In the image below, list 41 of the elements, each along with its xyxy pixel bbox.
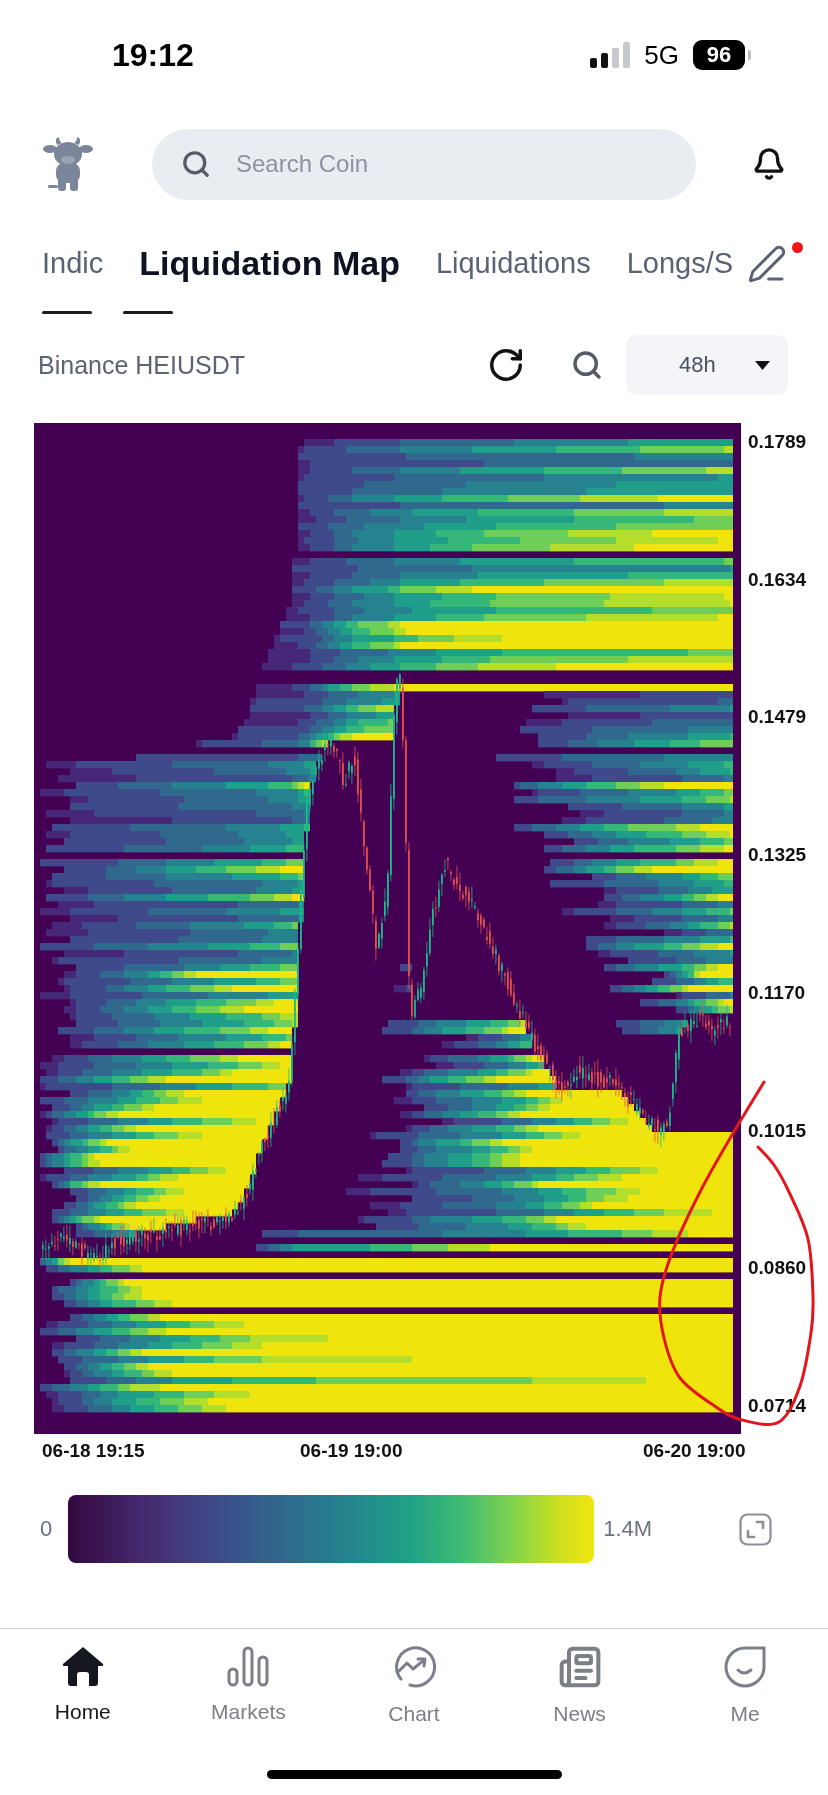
- range-dropdown[interactable]: 48h: [626, 335, 788, 395]
- battery-indicator: 96: [693, 40, 751, 70]
- price-axis-label: 0.0860: [748, 1257, 807, 1280]
- nav-item[interactable]: Home: [54, 1645, 111, 1724]
- nav-item[interactable]: News: [553, 1645, 606, 1726]
- tab[interactable]: Liquidation Map: [139, 243, 400, 283]
- smiley-icon: [723, 1645, 768, 1689]
- price-axis-label: 0.1634: [748, 568, 807, 591]
- price-axis-label: 0.1325: [748, 844, 807, 867]
- status-time: 19:12: [112, 36, 194, 74]
- refresh-icon[interactable]: [487, 346, 525, 384]
- pair-title: Binance HEIUSDT: [38, 350, 247, 380]
- legend-max-label: 1.4M: [603, 1516, 653, 1542]
- bell-icon[interactable]: [752, 147, 786, 181]
- network-label: 5G: [644, 39, 679, 71]
- nav-item[interactable]: Chart: [388, 1645, 440, 1726]
- expand-icon[interactable]: [739, 1512, 772, 1546]
- search-icon: [181, 148, 211, 179]
- newspaper-icon: [557, 1645, 602, 1689]
- cow-icon: [43, 137, 93, 191]
- legend-min-label: 0: [40, 1516, 53, 1542]
- price-axis-label: 0.1015: [748, 1119, 807, 1142]
- bar-chart-icon: [226, 1645, 271, 1687]
- caret-icon: [755, 360, 770, 370]
- tab[interactable]: Longs/S: [626, 246, 734, 280]
- price-axis-label: 0.1789: [748, 431, 807, 453]
- price-axis-label: 0.1479: [748, 706, 807, 729]
- search-icon[interactable]: [571, 349, 603, 381]
- time-axis-label: 06-19 19:00: [300, 1440, 403, 1462]
- price-axis-label: 0.1170: [748, 981, 806, 1004]
- trend-chart-icon: [392, 1645, 436, 1689]
- tab[interactable]: Liquidations: [435, 246, 591, 280]
- nav-item[interactable]: Markets: [211, 1645, 286, 1724]
- tab[interactable]: Indic: [42, 246, 104, 280]
- time-axis-label: 06-18 19:15: [42, 1440, 145, 1462]
- time-axis-label: 06-20 19:00: [643, 1440, 746, 1462]
- signal-icon: [590, 42, 631, 68]
- nav-item[interactable]: Me: [723, 1645, 768, 1726]
- pencil-icon[interactable]: [747, 244, 788, 284]
- home-icon: [60, 1645, 105, 1687]
- search-field[interactable]: Search Coin: [152, 128, 696, 200]
